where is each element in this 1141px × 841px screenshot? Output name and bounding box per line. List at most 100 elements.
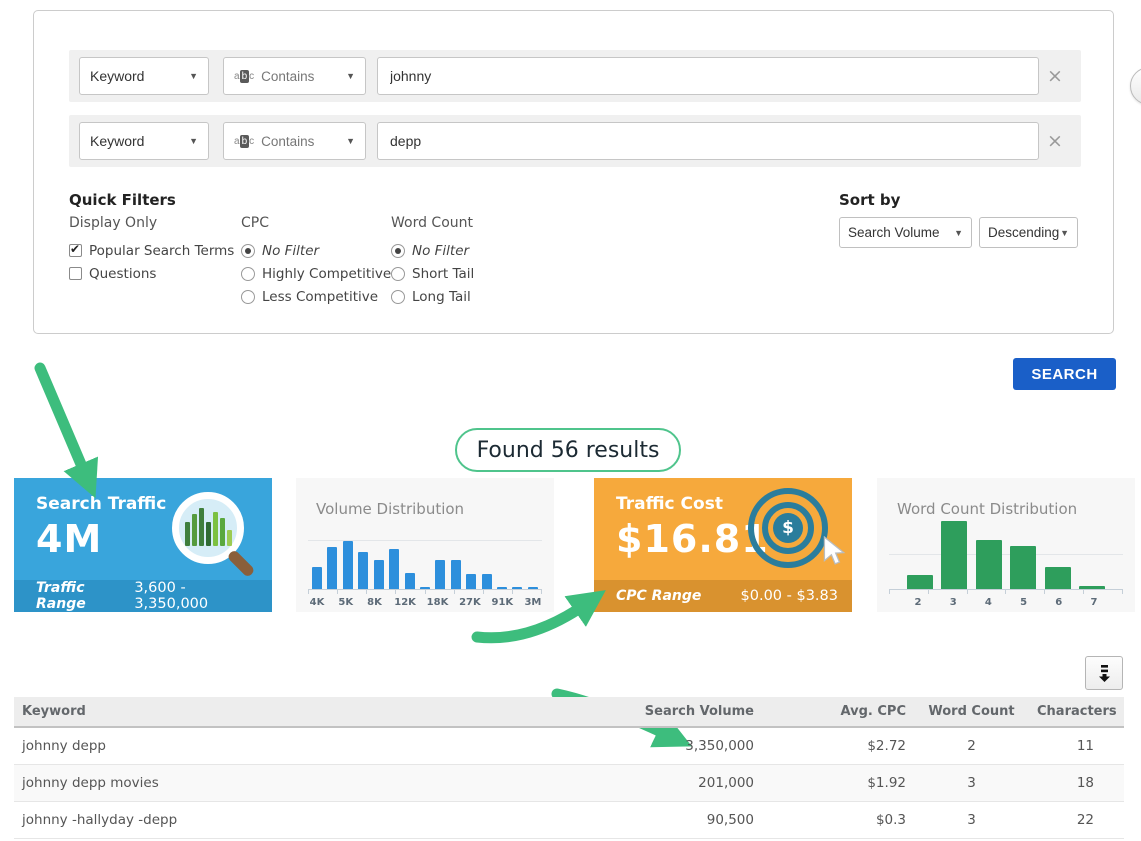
- filter-group-display-only: Display Only Popular Search Terms Questi…: [69, 215, 234, 285]
- field-select[interactable]: Keyword ▼: [79, 122, 209, 160]
- table-header-row: Keyword Search Volume Avg. CPC Word Coun…: [14, 697, 1124, 727]
- filter-row-1: Keyword ▼ abc Contains ▼ ×: [69, 50, 1081, 102]
- cell-keyword: johnny depp movies: [14, 764, 614, 801]
- option-label: Less Competitive: [262, 289, 378, 305]
- search-button[interactable]: SEARCH: [1013, 358, 1116, 390]
- traffic-range-value: 3,600 - 3,350,000: [134, 580, 258, 612]
- sort-direction-value: Descending: [988, 225, 1059, 240]
- operator-select[interactable]: abc Contains ▼: [223, 57, 366, 95]
- filter-group-word-count: Word Count No Filter Short Tail Long Tai…: [391, 215, 474, 308]
- radio-icon[interactable]: [391, 267, 405, 281]
- word-count-bars: [893, 521, 1119, 589]
- filter-row-2: Keyword ▼ abc Contains ▼ ×: [69, 115, 1081, 167]
- results-count-badge: Found 56 results: [455, 428, 681, 472]
- add-filter-button[interactable]: +: [1130, 67, 1141, 105]
- cell-characters: 18: [1029, 764, 1124, 801]
- table-row[interactable]: johnny -hallyday -depp 90,500 $0.3 3 22: [14, 801, 1124, 838]
- filter-group-cpc: CPC No Filter Highly Competitive Less Co…: [241, 215, 391, 308]
- cell-word-count: 2: [914, 727, 1029, 764]
- radio-selected-icon[interactable]: [391, 244, 405, 258]
- operator-select-value: Contains: [261, 69, 346, 84]
- table-row[interactable]: johnny depp 3,350,000 $2.72 2 11: [14, 727, 1124, 764]
- option-label: Questions: [89, 266, 156, 282]
- option-less-competitive[interactable]: Less Competitive: [241, 285, 391, 308]
- quick-filters-title: Quick Filters: [69, 191, 176, 209]
- radio-icon[interactable]: [241, 290, 255, 304]
- field-select-value: Keyword: [90, 133, 144, 149]
- cell-characters: 22: [1029, 801, 1124, 838]
- radio-selected-icon[interactable]: [241, 244, 255, 258]
- option-highly-competitive[interactable]: Highly Competitive: [241, 262, 391, 285]
- cursor-icon: [820, 536, 846, 566]
- sort-direction-select[interactable]: Descending ▼: [979, 217, 1078, 248]
- option-long-tail[interactable]: Long Tail: [391, 285, 474, 308]
- footer-label: Traffic Range: [36, 580, 134, 612]
- dollar-target-icon: $: [748, 488, 828, 568]
- results-table: Keyword Search Volume Avg. CPC Word Coun…: [14, 697, 1124, 839]
- filter-value-input[interactable]: [377, 57, 1039, 95]
- column-header-word-count[interactable]: Word Count: [914, 697, 1029, 727]
- remove-filter-button[interactable]: ×: [1039, 65, 1071, 87]
- volume-bars: [312, 541, 538, 589]
- field-select[interactable]: Keyword ▼: [79, 57, 209, 95]
- cell-avg-cpc: $0.3: [774, 801, 914, 838]
- remove-filter-button[interactable]: ×: [1039, 130, 1071, 152]
- option-label: No Filter: [262, 243, 319, 259]
- export-button[interactable]: [1085, 656, 1123, 690]
- chevron-down-icon: ▼: [954, 228, 963, 238]
- checkbox-unchecked-icon[interactable]: [69, 267, 82, 280]
- column-header-avg-cpc[interactable]: Avg. CPC: [774, 697, 914, 727]
- sort-field-select[interactable]: Search Volume ▼: [839, 217, 972, 248]
- group-label: CPC: [241, 215, 391, 231]
- search-traffic-card: Search Traffic 4M Traffic Range 3,600 - …: [14, 478, 272, 612]
- traffic-cost-card: Traffic Cost $16.81 $ CPC Range $0.00 - …: [594, 478, 852, 612]
- column-header-search-volume[interactable]: Search Volume: [614, 697, 774, 727]
- table-row[interactable]: johnny depp movies 201,000 $1.92 3 18: [14, 764, 1124, 801]
- chevron-down-icon: ▼: [346, 71, 355, 81]
- option-label: Popular Search Terms: [89, 243, 234, 259]
- column-header-characters[interactable]: Characters: [1029, 697, 1124, 727]
- option-label: No Filter: [412, 243, 469, 259]
- axis-ticks: [889, 590, 1123, 594]
- cell-word-count: 3: [914, 801, 1029, 838]
- operator-select[interactable]: abc Contains ▼: [223, 122, 366, 160]
- x-axis-labels: 4K5K8K12K18K27K91K3M: [308, 597, 542, 608]
- chart-title: Volume Distribution: [316, 500, 464, 518]
- sort-field-value: Search Volume: [848, 225, 940, 240]
- abc-text-icon: abc: [234, 71, 254, 82]
- checkbox-checked-icon[interactable]: [69, 244, 82, 257]
- field-select-value: Keyword: [90, 68, 144, 84]
- group-label: Word Count: [391, 215, 474, 231]
- option-wc-no-filter[interactable]: No Filter: [391, 239, 474, 262]
- radio-icon[interactable]: [391, 290, 405, 304]
- option-label: Long Tail: [412, 289, 471, 305]
- group-label: Display Only: [69, 215, 234, 231]
- option-short-tail[interactable]: Short Tail: [391, 262, 474, 285]
- footer-label: CPC Range: [616, 588, 701, 604]
- volume-distribution-card: Volume Distribution 4K5K8K12K18K27K91K3M: [296, 478, 554, 612]
- download-icon: [1094, 663, 1114, 683]
- option-label: Short Tail: [412, 266, 474, 282]
- chart-title: Word Count Distribution: [897, 500, 1077, 518]
- option-popular-search-terms[interactable]: Popular Search Terms: [69, 239, 234, 262]
- cell-characters: 11: [1029, 727, 1124, 764]
- chevron-down-icon: ▼: [346, 136, 355, 146]
- cell-word-count: 3: [914, 764, 1029, 801]
- keyword-tool-page: Keyword ▼ abc Contains ▼ × Keyword ▼ abc…: [0, 0, 1141, 841]
- radio-icon[interactable]: [241, 267, 255, 281]
- option-cpc-no-filter[interactable]: No Filter: [241, 239, 391, 262]
- chevron-down-icon: ▼: [189, 71, 198, 81]
- column-header-keyword[interactable]: Keyword: [14, 697, 614, 727]
- arrow-to-search-traffic: [40, 368, 86, 476]
- abc-text-icon: abc: [234, 136, 254, 147]
- cell-keyword: johnny depp: [14, 727, 614, 764]
- sort-by-title: Sort by: [839, 191, 1078, 209]
- axis-ticks: [308, 590, 542, 594]
- sort-by-group: Sort by Search Volume ▼ Descending ▼: [839, 191, 1078, 248]
- x-axis-labels: 234567: [889, 597, 1123, 608]
- operator-select-value: Contains: [261, 134, 346, 149]
- option-questions[interactable]: Questions: [69, 262, 234, 285]
- cell-avg-cpc: $1.92: [774, 764, 914, 801]
- filter-value-input[interactable]: [377, 122, 1039, 160]
- cell-avg-cpc: $2.72: [774, 727, 914, 764]
